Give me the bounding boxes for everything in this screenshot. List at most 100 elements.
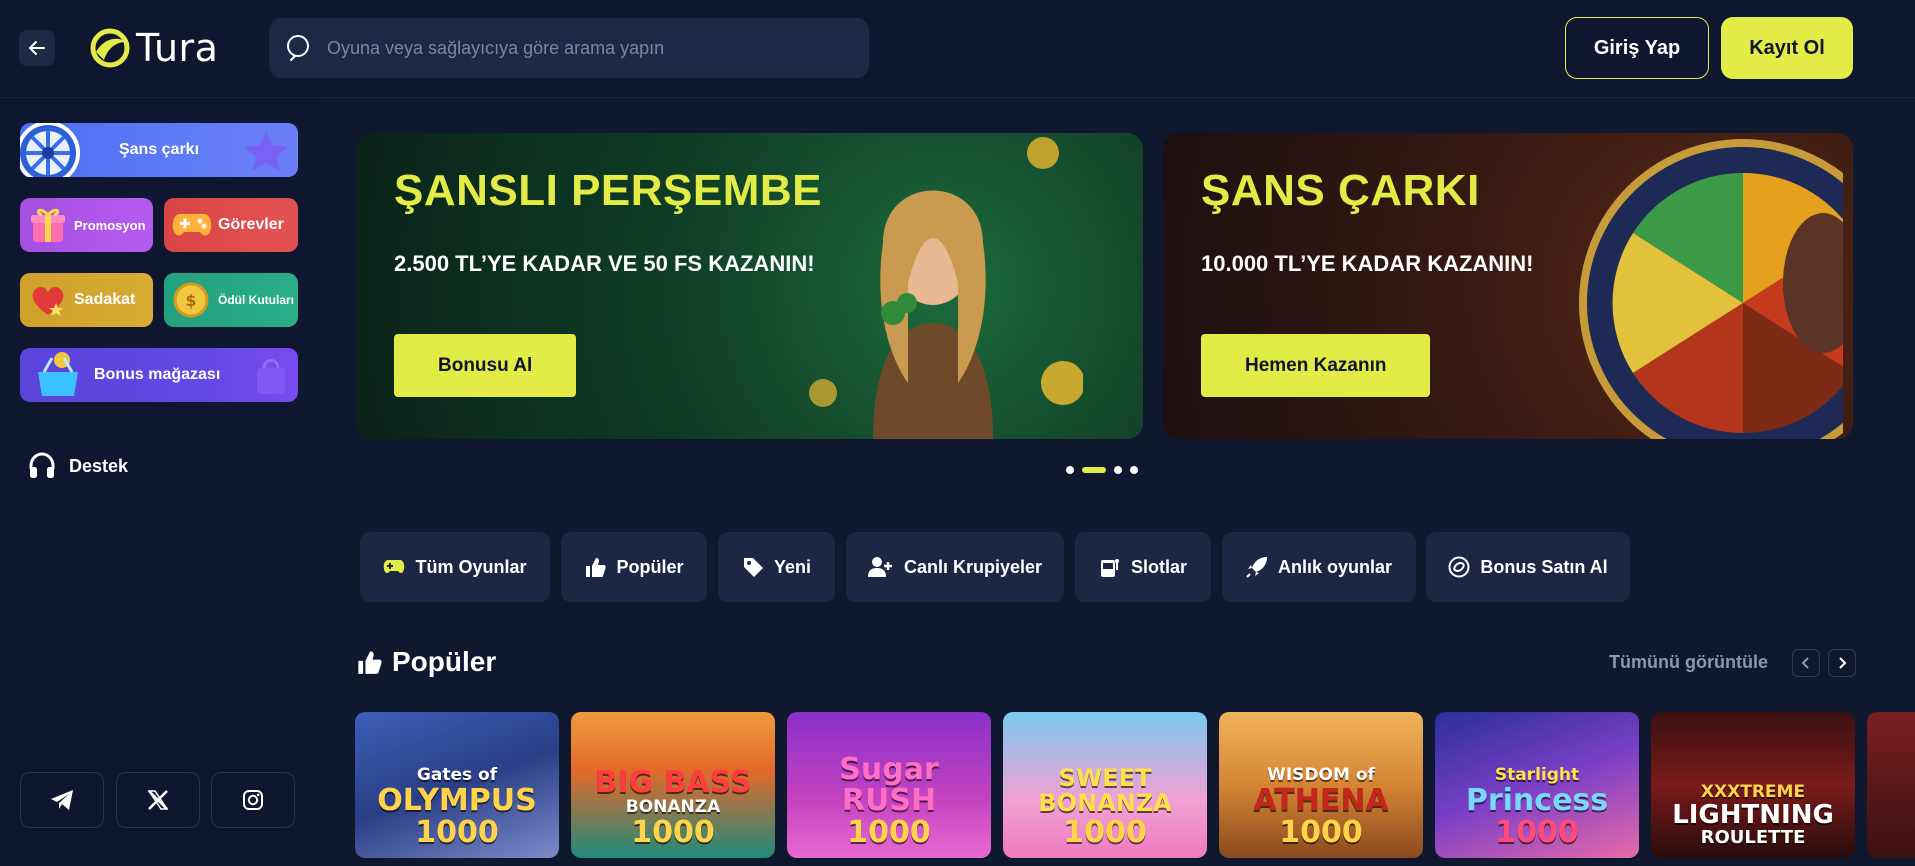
heart-icon	[32, 287, 64, 316]
sidebar-item-label: Şans çarkı	[118, 141, 200, 158]
instagram-icon	[243, 790, 263, 810]
tag-icon	[743, 558, 763, 577]
coin-box-icon: $	[173, 282, 209, 318]
slot-machine-icon	[1100, 559, 1119, 577]
game-title: Sugar RUSH 1000	[839, 751, 939, 850]
thumbs-up-icon	[358, 651, 382, 674]
gamepad-icon	[384, 560, 405, 574]
star-decor-icon	[244, 131, 288, 171]
tab-bonus-buy[interactable]: Bonus Satın Al	[1426, 532, 1630, 602]
thumbs-up-icon	[586, 558, 607, 577]
next-button[interactable]	[1828, 649, 1856, 677]
game-title: Starlight Princess 1000	[1465, 765, 1609, 850]
banner-subtitle: 2.500 TL’YE KADAR VE 50 FS KAZANIN!	[394, 251, 815, 276]
x-icon	[147, 790, 169, 810]
game-title: XXXTREME LIGHTNING ROULETTE	[1672, 781, 1834, 849]
tab-label: Slotlar	[1130, 556, 1187, 577]
basket-icon	[38, 352, 78, 396]
register-button[interactable]: Kayıt Ol	[1721, 17, 1853, 79]
sidebar-item-lucky-wheel[interactable]: Şans çarkı	[20, 123, 298, 177]
logo-mark-icon	[90, 28, 130, 68]
back-button[interactable]	[19, 30, 55, 66]
tab-label: Yeni	[773, 556, 812, 577]
arrow-left-icon	[29, 41, 45, 55]
game-card[interactable]: BIG BASS BONANZA 1000	[571, 712, 775, 858]
game-title: SWEET BONANZA 1000	[1038, 764, 1172, 850]
sidebar: Şans çarkı Promosyon Görevler Sadakat $	[0, 99, 324, 866]
tab-label: Popüler	[616, 556, 684, 577]
login-button[interactable]: Giriş Yap	[1565, 17, 1709, 79]
instagram-button[interactable]	[211, 772, 295, 828]
svg-text:$: $	[185, 291, 196, 310]
promo-banner-wheel[interactable]: ŞANS ÇARKI 10.000 TL’YE KADAR KAZANIN! H…	[1163, 133, 1853, 439]
see-all-link[interactable]: Tümünü görüntüle	[1609, 652, 1768, 673]
live-dealer-icon	[867, 557, 892, 577]
banner-title: ŞANS ÇARKI	[1201, 166, 1480, 215]
win-now-button[interactable]: Hemen Kazanın	[1201, 334, 1431, 397]
game-card[interactable]: Sugar RUSH 1000	[787, 712, 991, 858]
bonus-coin-icon	[1448, 556, 1470, 578]
tab-all-games[interactable]: Tüm Oyunlar	[360, 532, 550, 602]
roulette-wheel-icon	[1579, 139, 1843, 439]
gamepad-icon	[172, 214, 212, 236]
rocket-icon	[1246, 557, 1267, 578]
gift-icon	[31, 208, 65, 242]
tab-label: Bonus Satın Al	[1480, 556, 1608, 577]
carousel-dot-active[interactable]	[1082, 467, 1106, 473]
claim-bonus-button[interactable]: Bonusu Al	[394, 334, 577, 397]
wheel-icon	[20, 123, 80, 177]
telegram-icon	[51, 790, 73, 810]
bag-decor-icon	[257, 359, 285, 394]
promo-banner-thursday[interactable]: ŞANSLI PERŞEMBE 2.500 TL’YE KADAR VE 50 …	[356, 133, 1143, 439]
game-title: Gates of OLYMPUS 1000	[377, 765, 537, 850]
chevron-left-icon	[1801, 657, 1809, 669]
sidebar-item-loyalty[interactable]: Sadakat	[20, 273, 153, 327]
sidebar-item-promotions[interactable]: Promosyon	[20, 198, 153, 252]
tab-label: Anlık oyunlar	[1277, 556, 1393, 577]
telegram-button[interactable]	[20, 772, 104, 828]
search-input[interactable]	[327, 37, 847, 59]
sidebar-item-label: Sadakat	[74, 291, 136, 308]
tab-label: Tüm Oyunlar	[415, 556, 527, 577]
game-card[interactable]: WISDOM of ATHENA 1000	[1219, 712, 1423, 858]
prev-button[interactable]	[1792, 649, 1820, 677]
carousel-dots	[1066, 466, 1138, 474]
headset-icon	[29, 452, 55, 478]
logo-text: Tura	[136, 26, 219, 70]
tab-instant-games[interactable]: Anlık oyunlar	[1222, 532, 1416, 602]
top-header: Tura Giriş Yap Kayıt Ol	[0, 0, 1915, 98]
sidebar-item-label: Bonus mağazası	[94, 366, 221, 383]
section-title: Popüler	[356, 646, 496, 678]
game-row: Gates of OLYMPUS 1000 BIG BASS BONANZA 1000 …	[355, 712, 1915, 866]
banner-subtitle: 10.000 TL’YE KADAR KAZANIN!	[1201, 251, 1534, 276]
game-card[interactable]: Gates of OLYMPUS 1000	[355, 712, 559, 858]
sidebar-item-label: Promosyon	[74, 217, 146, 233]
banner-title: ŞANSLI PERŞEMBE	[394, 166, 823, 215]
tab-slots[interactable]: Slotlar	[1075, 532, 1211, 602]
search-bar[interactable]	[269, 18, 869, 78]
sidebar-item-label: Ödül Kutuları	[218, 293, 294, 307]
carousel-dot[interactable]	[1114, 466, 1122, 474]
tab-popular[interactable]: Popüler	[561, 532, 707, 602]
game-title: BIG BASS BONANZA 1000	[594, 765, 752, 850]
tab-live-dealers[interactable]: Canlı Krupiyeler	[846, 532, 1064, 602]
tab-label: Canlı Krupiyeler	[903, 556, 1043, 577]
carousel-dot[interactable]	[1130, 466, 1138, 474]
game-card[interactable]: SWEET BONANZA 1000	[1003, 712, 1207, 858]
model-illustration-icon	[809, 137, 1083, 439]
sidebar-item-support[interactable]: Destek	[27, 451, 128, 481]
sidebar-item-tasks[interactable]: Görevler	[164, 198, 298, 252]
sidebar-item-bonus-shop[interactable]: Bonus mağazası	[20, 348, 298, 402]
search-icon	[287, 35, 309, 61]
game-card[interactable]: XXXTREME LIGHTNING ROULETTE	[1651, 712, 1855, 858]
carousel-dot[interactable]	[1066, 466, 1074, 474]
sidebar-item-reward-boxes[interactable]: $ Ödül Kutuları	[164, 273, 298, 327]
x-button[interactable]	[116, 772, 200, 828]
chevron-right-icon	[1839, 657, 1847, 669]
game-card[interactable]: Starlight Princess 1000	[1435, 712, 1639, 858]
section-title-text: Popüler	[392, 646, 497, 677]
game-card-partial[interactable]	[1867, 712, 1915, 858]
support-label: Destek	[69, 455, 129, 476]
tab-new[interactable]: Yeni	[718, 532, 835, 602]
logo[interactable]: Tura	[90, 24, 218, 72]
